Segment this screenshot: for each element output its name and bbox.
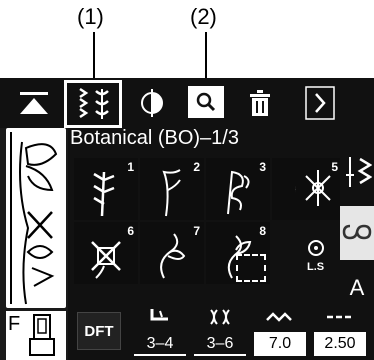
vine-stitch-icon (93, 171, 115, 217)
delete-button[interactable] (240, 84, 280, 122)
stitch-width-setting[interactable]: 7.0 (250, 306, 310, 358)
pattern-cell-1[interactable]: 1 (74, 158, 138, 220)
pattern-category-button[interactable] (70, 84, 118, 122)
callout-1: (1) (77, 4, 104, 29)
stitch-settings-bar: DFT 3–4 3–6 7.0 2.50 (68, 304, 374, 360)
tension-value: 3–6 (194, 332, 246, 356)
pattern-cell-3[interactable]: 3 (206, 158, 270, 220)
callout-1-line (93, 32, 95, 78)
tension-setting[interactable]: 3–6 (190, 306, 250, 358)
home-top-icon (20, 92, 48, 114)
infinity-loop-icon (342, 224, 372, 240)
delete-icon (250, 90, 270, 116)
home-top-button[interactable] (12, 84, 56, 122)
letter-mode-label: A (349, 275, 365, 300)
stitch-length-value: 2.50 (314, 332, 366, 356)
pattern-cell-2[interactable]: 2 (140, 158, 204, 220)
feed-dog-icon (150, 309, 168, 321)
callout-2: (2) (190, 4, 217, 29)
letter-mode-button[interactable]: A (340, 268, 374, 308)
presser-foot-indicator[interactable]: F (6, 311, 66, 360)
pattern-cell-6[interactable]: 6 (74, 222, 138, 284)
tension-icon (210, 309, 230, 325)
long-stitch-button[interactable]: L.S (296, 222, 340, 284)
long-stitch-icon: L.S (307, 240, 324, 273)
default-settings-button[interactable]: DFT (77, 312, 121, 350)
next-arrow-icon (305, 86, 335, 120)
pattern-page-title: Botanical (BO)–1/3 (70, 127, 239, 149)
feed-dog-value: 3–4 (134, 332, 186, 356)
next-page-button[interactable] (300, 84, 340, 122)
stitch-width-value: 7.0 (254, 332, 306, 356)
pattern-category-icon (79, 87, 109, 119)
blossom-stitch-icon (91, 241, 121, 279)
svg-text:L.S: L.S (307, 261, 324, 273)
dotted-square-button[interactable] (236, 254, 266, 282)
flower-stitch-cell[interactable]: 5 (296, 158, 340, 220)
straight-length-icon (327, 315, 351, 319)
zigzag-width-icon (266, 312, 292, 322)
pattern-cell-7[interactable]: 7 (140, 222, 204, 284)
top-toolbar (0, 78, 374, 128)
stitch-direction-button[interactable] (340, 152, 374, 192)
feed-dog-setting[interactable]: 3–4 (130, 306, 190, 358)
curl-leaf-stitch-icon (160, 233, 186, 279)
mirror-button[interactable] (130, 84, 174, 122)
flower-stitch-icon (305, 170, 331, 206)
stitch-length-setting[interactable]: 2.50 (310, 306, 370, 358)
left-sidebar: F (0, 128, 68, 360)
sewing-screen: F Botanical (BO)–1/3 1 2 3 4 (0, 78, 374, 360)
stem-stitch-icon (162, 169, 181, 217)
leaf-preview-icon (10, 132, 58, 305)
presser-foot-icon (29, 314, 55, 356)
zoom-view-button[interactable] (188, 86, 224, 118)
stitch-direction-icon (346, 157, 372, 187)
combination-button[interactable] (340, 206, 374, 260)
mirror-icon (141, 89, 163, 117)
category-preview-tab[interactable] (6, 128, 66, 308)
zoom-view-icon (196, 92, 216, 112)
leaf-cluster-stitch-icon (227, 170, 250, 215)
